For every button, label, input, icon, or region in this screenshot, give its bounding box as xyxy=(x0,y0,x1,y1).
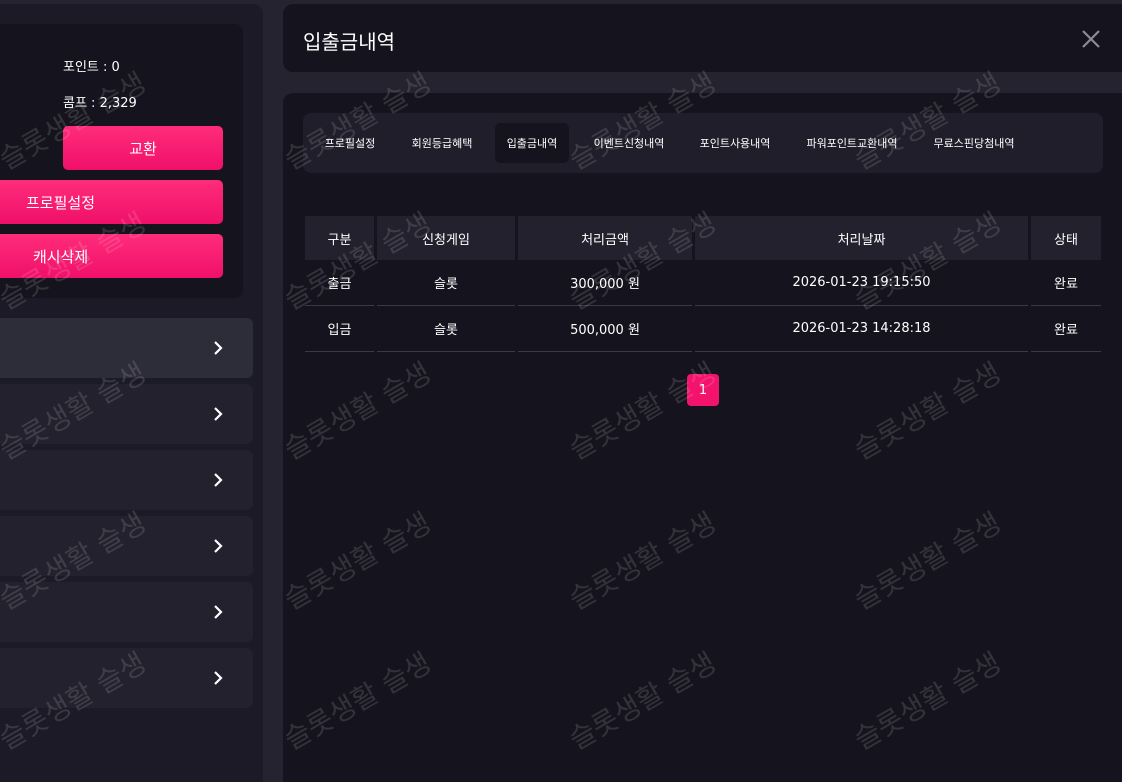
cell-date: 2026-01-23 14:28:18 xyxy=(695,306,1028,352)
cell-type: 입금 xyxy=(305,306,374,352)
sidebar-menu-item[interactable] xyxy=(0,450,253,510)
cell-status: 완료 xyxy=(1031,260,1101,306)
point-balance: 포인트 : 0 xyxy=(63,60,120,75)
chevron-right-icon xyxy=(214,539,223,553)
sidebar-menu-item[interactable] xyxy=(0,648,253,708)
tab-profile-settings[interactable]: 프로필설정 xyxy=(313,123,387,163)
cell-status: 완료 xyxy=(1031,306,1101,352)
cell-game: 슬롯 xyxy=(377,260,515,306)
tab-deposit-withdraw[interactable]: 입출금내역 xyxy=(495,123,569,163)
column-header: 처리금액 xyxy=(518,216,692,260)
column-header: 상태 xyxy=(1031,216,1101,260)
chevron-right-icon xyxy=(214,473,223,487)
exchange-button[interactable]: 교환 xyxy=(63,126,223,170)
table-row: 입금 슬롯 500,000 원 2026-01-23 14:28:18 완료 xyxy=(305,306,1101,352)
pagination-page-button[interactable]: 1 xyxy=(687,374,719,406)
chevron-right-icon xyxy=(214,671,223,685)
sidebar-menu-item[interactable] xyxy=(0,384,253,444)
cell-amount: 300,000 원 xyxy=(518,260,692,306)
table-header: 구분 신청게임 처리금액 처리날짜 상태 xyxy=(305,216,1101,260)
comp-balance: 콤프 : 2,329 xyxy=(63,96,137,111)
chevron-right-icon xyxy=(214,341,223,355)
tab-free-spin[interactable]: 무료스핀당첨내역 xyxy=(921,123,1027,163)
tab-powerpoint-exchange[interactable]: 파워포인트교환내역 xyxy=(793,123,911,163)
history-table: 구분 신청게임 처리금액 처리날짜 상태 출금 슬롯 300,000 원 202… xyxy=(305,216,1101,352)
tab-bar: 프로필설정 회원등급혜택 입출금내역 이벤트신청내역 포인트사용내역 파워포인트… xyxy=(303,113,1103,173)
chevron-right-icon xyxy=(214,407,223,421)
page-title: 입출금내역 xyxy=(303,30,395,54)
cell-type: 출금 xyxy=(305,260,374,306)
column-header: 처리날짜 xyxy=(695,216,1028,260)
table-row: 출금 슬롯 300,000 원 2026-01-23 19:15:50 완료 xyxy=(305,260,1101,306)
sidebar-menu-item[interactable] xyxy=(0,318,253,378)
cell-amount: 500,000 원 xyxy=(518,306,692,352)
content-panel: 프로필설정 회원등급혜택 입출금내역 이벤트신청내역 포인트사용내역 파워포인트… xyxy=(283,93,1122,782)
column-header: 신청게임 xyxy=(377,216,515,260)
cell-game: 슬롯 xyxy=(377,306,515,352)
profile-settings-button[interactable]: 프로필설정 xyxy=(0,180,223,224)
column-header: 구분 xyxy=(305,216,374,260)
close-icon[interactable] xyxy=(1080,28,1102,50)
modal-header: 입출금내역 xyxy=(283,4,1122,72)
user-card: 포인트 : 0 콤프 : 2,329 교환 프로필설정 캐시삭제 xyxy=(0,24,243,298)
sidebar-menu-item[interactable] xyxy=(0,516,253,576)
sidebar-menu-item[interactable] xyxy=(0,582,253,642)
tab-member-grade[interactable]: 회원등급혜택 xyxy=(399,123,485,163)
page: 포인트 : 0 콤프 : 2,329 교환 프로필설정 캐시삭제 입출금내역 프… xyxy=(0,0,1122,782)
cash-delete-button[interactable]: 캐시삭제 xyxy=(0,234,223,278)
sidebar: 포인트 : 0 콤프 : 2,329 교환 프로필설정 캐시삭제 xyxy=(0,4,263,782)
tab-event-history[interactable]: 이벤트신청내역 xyxy=(581,123,677,163)
tab-point-usage[interactable]: 포인트사용내역 xyxy=(687,123,783,163)
chevron-right-icon xyxy=(214,605,223,619)
cell-date: 2026-01-23 19:15:50 xyxy=(695,260,1028,306)
